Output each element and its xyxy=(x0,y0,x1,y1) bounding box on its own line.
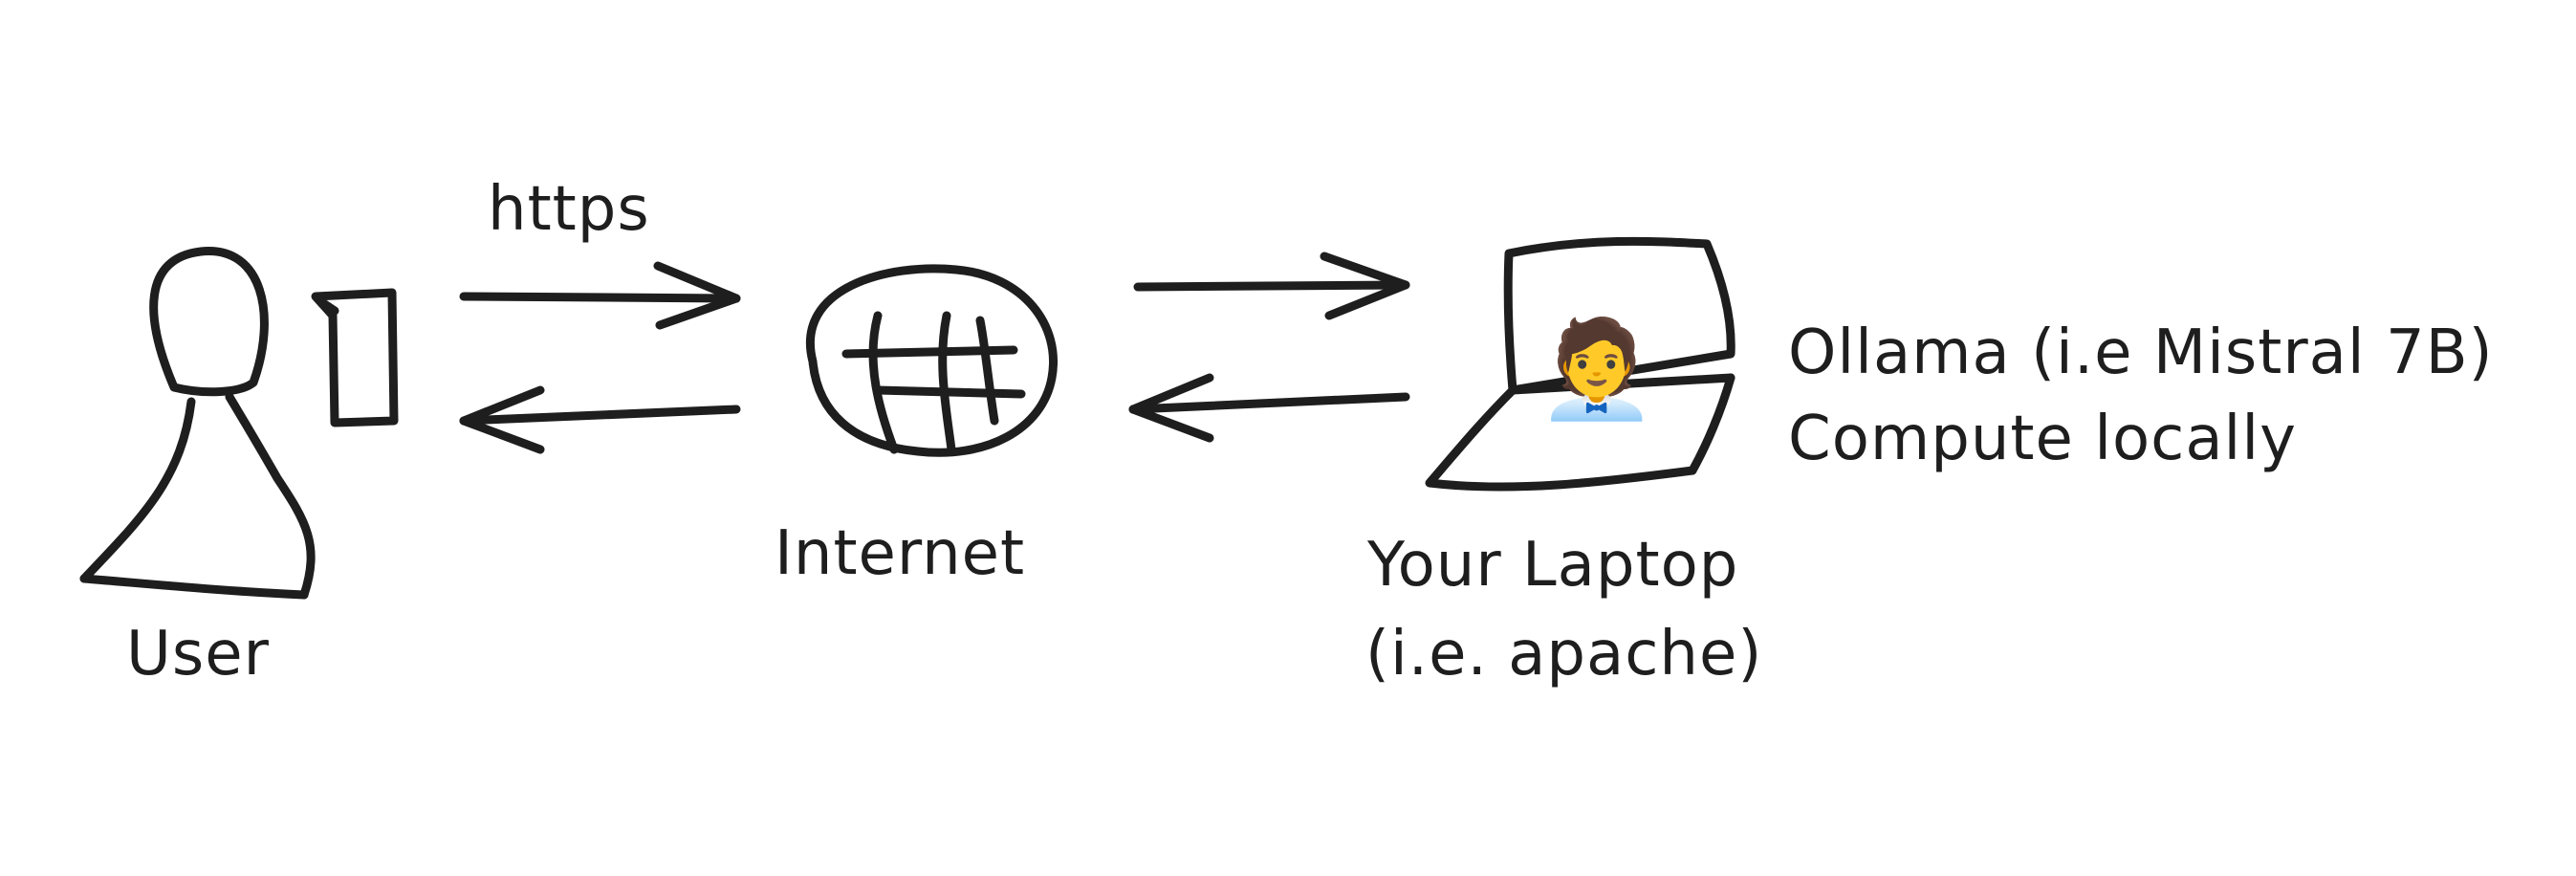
arrow-laptop-to-internet xyxy=(1128,373,1410,443)
phone-icon xyxy=(311,288,399,427)
internet-label: Internet xyxy=(775,518,1025,589)
compute-label-line2: Compute locally xyxy=(1788,404,2297,474)
arrow-internet-to-laptop xyxy=(1133,252,1410,320)
laptop-label-line2: (i.e. apache) xyxy=(1365,619,1762,690)
office-worker-icon: 🧑‍💼 xyxy=(1538,312,1657,425)
user-label: User xyxy=(126,619,270,690)
globe-icon xyxy=(806,264,1058,457)
arrow-user-to-internet xyxy=(459,261,741,330)
protocol-label: https xyxy=(488,174,650,245)
arrow-internet-to-user xyxy=(459,385,741,454)
person-icon xyxy=(79,247,316,600)
architecture-diagram: 🧑‍💼 https User Internet Your Laptop (i.e… xyxy=(79,174,2494,690)
compute-label-line1: Ollama (i.e Mistral 7B) xyxy=(1788,318,2494,388)
laptop-label-line1: Your Laptop xyxy=(1366,530,1738,601)
